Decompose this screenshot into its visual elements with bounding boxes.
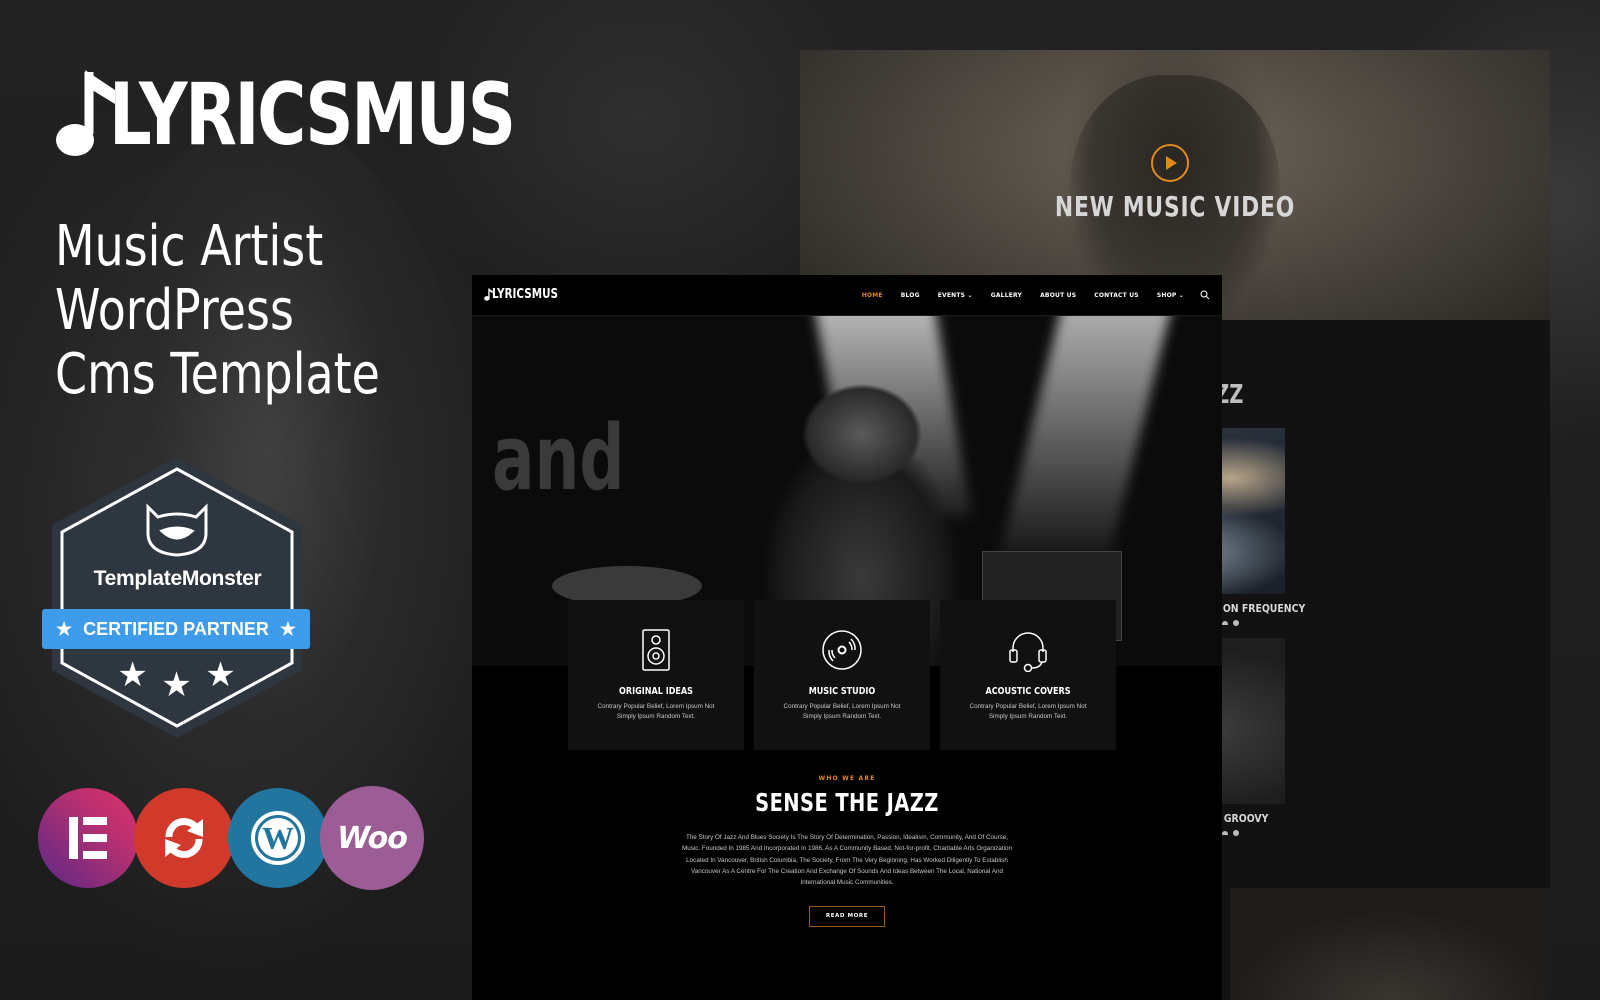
- section-title: SENSE THE JAZZ: [755, 788, 939, 817]
- certified-partner-badge: TemplateMonster ★ CERTIFIED PARTNER ★ ★ …: [40, 455, 315, 740]
- star-icon: ★: [205, 656, 238, 694]
- bottom-image: [1230, 888, 1550, 1000]
- tagline-line: Cms Template: [55, 342, 380, 407]
- feature-cards: ORIGINAL IDEAS Contrary Popular Belief, …: [568, 600, 1128, 750]
- nav-about-us[interactable]: ABOUT US: [1040, 292, 1076, 299]
- play-video-button[interactable]: [1151, 144, 1189, 182]
- feature-card: MUSIC STUDIO Contrary Popular Belief, Lo…: [754, 600, 930, 750]
- nav-blog[interactable]: BLOG: [901, 292, 920, 299]
- sync-icon: [134, 788, 234, 888]
- nav-home[interactable]: HOME: [862, 292, 883, 299]
- hero-backdrop-text: and: [492, 406, 625, 511]
- site-logo[interactable]: LYRICSMUS: [484, 287, 575, 302]
- brand-name: LYRICSMUS: [109, 65, 516, 165]
- site-navbar: LYRICSMUS HOME BLOG EVENTS ⌄ GALLERY ABO…: [472, 275, 1222, 316]
- star-icon: ★: [117, 656, 150, 694]
- vinyl-disc-icon: [822, 630, 862, 670]
- tagline: Music Artist WordPress Cms Template: [55, 215, 380, 407]
- section-kicker: WHO WE ARE: [818, 775, 876, 782]
- tagline-line: WordPress: [55, 278, 294, 343]
- speaker-icon: [642, 629, 670, 671]
- about-section: WHO WE ARE SENSE THE JAZZ The Story Of J…: [472, 775, 1222, 928]
- badge-stars: ★ ★ ★: [40, 655, 315, 704]
- nav-events[interactable]: EVENTS ⌄: [938, 292, 973, 299]
- section-text: The Story Of Jazz And Blues Society Is T…: [681, 834, 1013, 887]
- elementor-icon: [38, 788, 138, 888]
- soundcloud-icon[interactable]: [1222, 830, 1229, 835]
- feature-card: ACOUSTIC COVERS Contrary Popular Belief,…: [940, 600, 1116, 750]
- nav-contact-us[interactable]: CONTACT US: [1094, 292, 1139, 299]
- spotlight: [999, 316, 1175, 556]
- star-icon: ★: [56, 618, 73, 639]
- video-title: NEW MUSIC VIDEO: [1054, 190, 1296, 223]
- compass-icon[interactable]: [1233, 829, 1240, 836]
- nav-gallery[interactable]: GALLERY: [991, 292, 1022, 299]
- badge-ribbon: ★ CERTIFIED PARTNER ★: [42, 609, 310, 649]
- nav-menu: HOME BLOG EVENTS ⌄ GALLERY ABOUT US CONT…: [862, 275, 1184, 316]
- soundcloud-icon[interactable]: [1222, 620, 1229, 625]
- svg-text:W: W: [262, 820, 294, 856]
- headset-icon: [1009, 632, 1047, 672]
- front-preview-window: LYRICSMUS HOME BLOG EVENTS ⌄ GALLERY ABO…: [472, 275, 1222, 1000]
- plugin-icons: W Woo: [38, 786, 438, 892]
- badge-company: TemplateMonster: [93, 567, 262, 590]
- brand-logo: LYRICSMUS: [55, 68, 628, 158]
- nav-shop[interactable]: SHOP ⌄: [1157, 292, 1184, 299]
- star-icon: ★: [279, 618, 296, 639]
- star-icon: ★: [161, 666, 194, 704]
- music-note-icon: [56, 70, 115, 156]
- compass-icon[interactable]: [1233, 619, 1240, 626]
- search-icon[interactable]: [1200, 290, 1210, 300]
- badge-ribbon-text: CERTIFIED PARTNER: [83, 618, 269, 639]
- wordpress-icon: W: [228, 788, 328, 888]
- woocommerce-icon: Woo: [320, 786, 424, 890]
- tagline-line: Music Artist: [55, 214, 324, 279]
- feature-card: ORIGINAL IDEAS Contrary Popular Belief, …: [568, 600, 744, 750]
- read-more-button[interactable]: READ MORE: [809, 906, 885, 928]
